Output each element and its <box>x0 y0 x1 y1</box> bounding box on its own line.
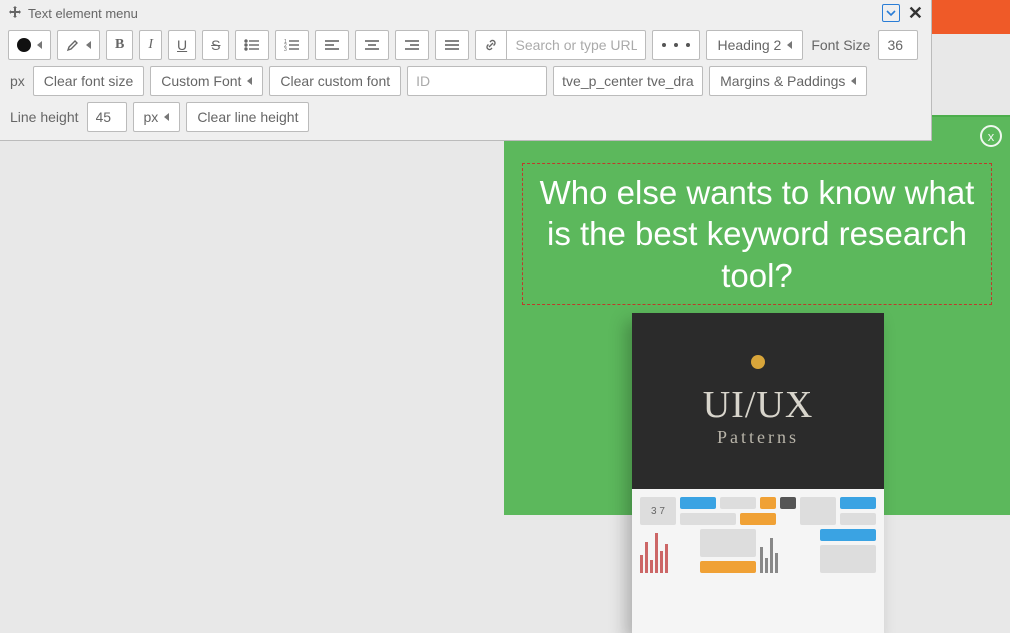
clear-custom-font-button[interactable]: Clear custom font <box>269 66 401 96</box>
custom-font-label: Custom Font <box>161 73 241 89</box>
book-subtitle: Patterns <box>703 427 814 448</box>
book-cover-top: UI/UX Patterns <box>632 313 884 489</box>
clear-font-size-button[interactable]: Clear font size <box>33 66 144 96</box>
toolbar: B I U S 123 Heading 2 Font Size <box>0 24 931 140</box>
book-cover-bottom: 3 7 <box>632 489 884 633</box>
book-title: UI/UX <box>703 383 814 427</box>
highlight-color-button[interactable] <box>57 30 100 60</box>
margins-paddings-label: Margins & Paddings <box>720 73 845 89</box>
italic-button[interactable]: I <box>139 30 162 60</box>
align-center-button[interactable] <box>355 30 389 60</box>
top-accent-strip <box>932 0 1010 34</box>
book-logo-icon <box>751 355 765 369</box>
selected-text-element[interactable]: Who else wants to know what is the best … <box>522 163 992 305</box>
svg-text:3: 3 <box>284 47 287 52</box>
more-options-button[interactable] <box>652 30 700 60</box>
strikethrough-button[interactable]: S <box>202 30 229 60</box>
book-widget-counter: 3 7 <box>640 497 676 525</box>
font-size-input[interactable] <box>878 30 918 60</box>
bold-button[interactable]: B <box>106 30 133 60</box>
heading-select[interactable]: Heading 2 <box>706 30 803 60</box>
font-size-label: Font Size <box>809 37 872 53</box>
line-height-input[interactable] <box>87 102 127 132</box>
line-height-unit-label: px <box>144 109 159 125</box>
class-input[interactable] <box>553 66 703 96</box>
menu-title: Text element menu <box>28 6 138 21</box>
align-right-button[interactable] <box>395 30 429 60</box>
link-button[interactable] <box>475 30 506 60</box>
heading-label: Heading 2 <box>717 37 781 53</box>
align-left-button[interactable] <box>315 30 349 60</box>
clear-line-height-button[interactable]: Clear line height <box>186 102 309 132</box>
headline-text[interactable]: Who else wants to know what is the best … <box>533 172 981 296</box>
text-color-button[interactable] <box>8 30 51 60</box>
url-input[interactable] <box>506 30 646 60</box>
underline-button[interactable]: U <box>168 30 196 60</box>
line-height-unit-select[interactable]: px <box>133 102 181 132</box>
id-input[interactable] <box>407 66 547 96</box>
custom-font-button[interactable]: Custom Font <box>150 66 263 96</box>
line-height-label: Line height <box>8 109 81 125</box>
text-element-menu: Text element menu ✕ B I U S 123 <box>0 0 932 141</box>
lightbox-close-icon[interactable]: x <box>980 125 1002 147</box>
book-mockup: UI/UX Patterns 3 7 <box>632 313 884 633</box>
move-icon[interactable] <box>8 6 22 20</box>
close-icon[interactable]: ✕ <box>906 4 925 22</box>
margins-paddings-button[interactable]: Margins & Paddings <box>709 66 867 96</box>
align-justify-button[interactable] <box>435 30 469 60</box>
bullet-list-button[interactable] <box>235 30 269 60</box>
numbered-list-button[interactable]: 123 <box>275 30 309 60</box>
menu-header: Text element menu ✕ <box>0 0 931 24</box>
font-size-unit: px <box>8 73 27 89</box>
preview-canvas: x Who else wants to know what is the bes… <box>504 115 1010 515</box>
link-url-group <box>475 30 646 60</box>
dropdown-toggle-icon[interactable] <box>882 4 900 22</box>
